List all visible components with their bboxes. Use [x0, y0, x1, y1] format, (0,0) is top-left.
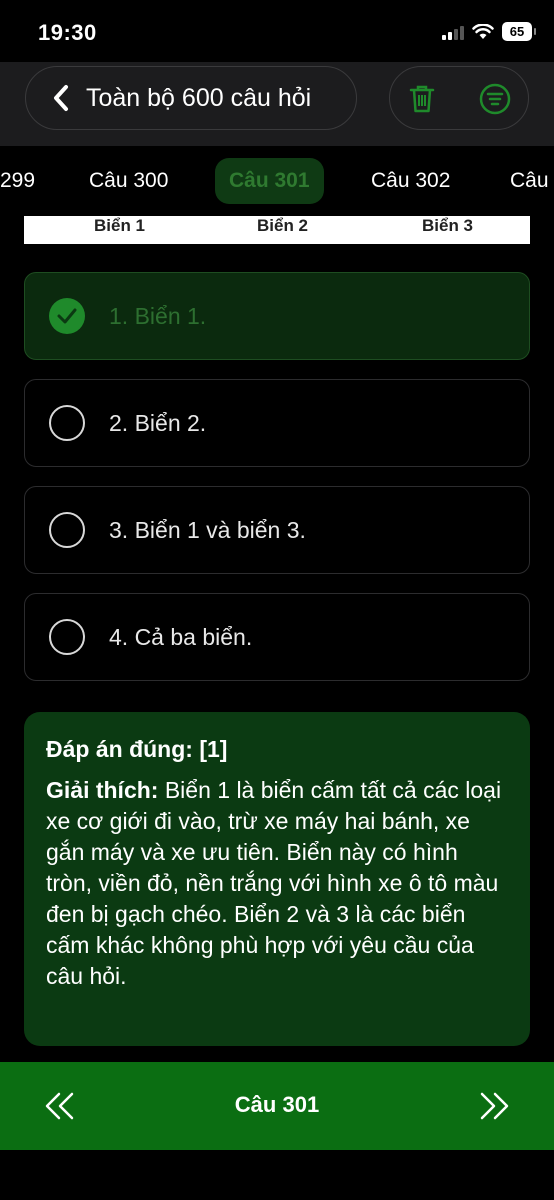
battery-icon: 65: [502, 22, 536, 41]
radio-icon: [49, 619, 85, 655]
explanation-heading: Giải thích:: [46, 777, 159, 803]
bottom-navigation: Câu 301: [0, 1062, 554, 1150]
cellular-signal-icon: [442, 24, 464, 40]
question-tabs: 299 Câu 300 Câu 301 Câu 302 Câu: [0, 146, 554, 216]
page-title: Toàn bộ 600 câu hỏi: [86, 83, 312, 112]
sign-label-2: Biển 2: [257, 216, 309, 235]
explanation-text: Giải thích: Biển 1 là biển cấm tất cả cá…: [46, 775, 508, 992]
explanation-card: Đáp án đúng: [1] Giải thích: Biển 1 là b…: [24, 712, 530, 1046]
radio-icon: [49, 405, 85, 441]
header: Toàn bộ 600 câu hỏi: [0, 62, 554, 146]
status-bar: 19:30 65: [0, 0, 554, 62]
correct-answer: Đáp án đúng: [1]: [46, 736, 228, 762]
radio-icon: [49, 512, 85, 548]
answer-label: 2. Biển 2.: [109, 409, 207, 436]
tab-question-303[interactable]: Câu: [510, 158, 549, 204]
answer-label: 3. Biển 1 và biển 3.: [109, 516, 306, 543]
status-time: 19:30: [38, 20, 97, 45]
answer-option-2[interactable]: 2. Biển 2.: [24, 379, 530, 467]
sign-label-3: Biển 3: [422, 216, 474, 235]
answer-option-1[interactable]: 1. Biển 1.: [24, 272, 530, 360]
answer-label: 1. Biển 1.: [109, 302, 207, 329]
tab-question-300[interactable]: Câu 300: [89, 158, 168, 204]
tab-question-302[interactable]: Câu 302: [371, 158, 450, 204]
tab-question-299[interactable]: 299: [0, 158, 35, 204]
filter-icon[interactable]: [478, 82, 512, 116]
explanation-body: Biển 1 là biển cấm tất cả các loại xe cơ…: [46, 777, 502, 989]
back-button[interactable]: Toàn bộ 600 câu hỏi: [25, 66, 357, 130]
trash-icon[interactable]: [406, 83, 438, 115]
answer-label: 4. Cả ba biển.: [109, 623, 253, 650]
answer-option-3[interactable]: 3. Biển 1 và biển 3.: [24, 486, 530, 574]
sign-label-1: Biển 1: [94, 216, 146, 235]
wifi-icon: [472, 23, 494, 39]
radio-checked-icon: [49, 298, 85, 334]
action-group: [389, 66, 529, 130]
status-icons: 65: [442, 22, 536, 41]
answer-option-4[interactable]: 4. Cả ba biển.: [24, 593, 530, 681]
current-question-label: Câu 301: [234, 1092, 320, 1117]
question-image: Biển 1 Biển 2 Biển 3: [24, 216, 530, 244]
tab-question-301[interactable]: Câu 301: [215, 158, 324, 204]
chevron-left-icon: [46, 83, 76, 113]
next-question-icon[interactable]: [474, 1088, 514, 1124]
